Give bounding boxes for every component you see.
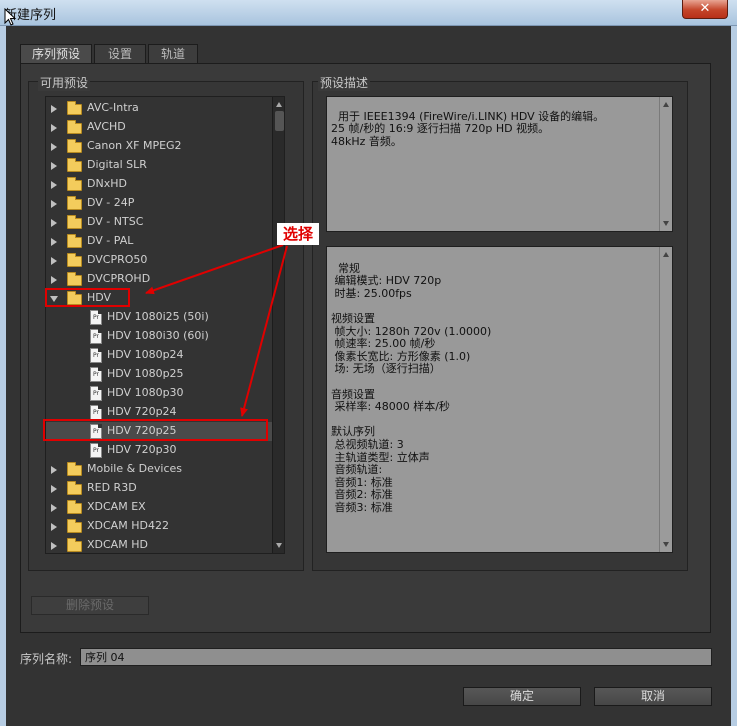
expand-arrow-icon[interactable] bbox=[51, 162, 57, 170]
cancel-button[interactable]: 取消 bbox=[594, 687, 712, 706]
delete-preset-button[interactable]: 删除预设 bbox=[31, 596, 149, 615]
tree-folder-red-r3d[interactable]: RED R3D bbox=[46, 479, 272, 498]
expand-arrow-icon[interactable] bbox=[51, 219, 57, 227]
scroll-down-icon[interactable] bbox=[276, 543, 282, 548]
folder-icon bbox=[67, 253, 82, 267]
tab-sequence-presets[interactable]: 序列预设 bbox=[20, 44, 92, 64]
folder-icon bbox=[67, 234, 82, 248]
folder-icon bbox=[67, 500, 82, 514]
preset-tree-scrollbar[interactable] bbox=[272, 97, 284, 553]
tree-folder-avc-intra[interactable]: AVC-Intra bbox=[46, 99, 272, 118]
tree-folder-xdcam-hd422[interactable]: XDCAM HD422 bbox=[46, 517, 272, 536]
expand-arrow-icon[interactable] bbox=[51, 105, 57, 113]
sequence-name-input[interactable] bbox=[80, 648, 712, 666]
scroll-down-icon[interactable] bbox=[663, 221, 669, 226]
window-frame-right bbox=[731, 26, 737, 726]
tree-folder-dvcprohd[interactable]: DVCPROHD bbox=[46, 270, 272, 289]
folder-icon bbox=[67, 519, 82, 533]
preset-tree: AVC-Intra AVCHD Canon XF MPEG2 Digital S… bbox=[45, 96, 285, 554]
scroll-up-icon[interactable] bbox=[663, 252, 669, 257]
folder-icon bbox=[67, 139, 82, 153]
expand-arrow-icon[interactable] bbox=[51, 124, 57, 132]
tab-settings[interactable]: 设置 bbox=[94, 44, 146, 63]
folder-icon bbox=[67, 538, 82, 552]
folder-icon bbox=[67, 177, 82, 191]
tree-folder-dv-24p[interactable]: DV - 24P bbox=[46, 194, 272, 213]
tree-folder-xdcam-hd[interactable]: XDCAM HD bbox=[46, 536, 272, 553]
expand-arrow-icon[interactable] bbox=[51, 466, 57, 474]
folder-icon bbox=[67, 462, 82, 476]
ok-button[interactable]: 确定 bbox=[463, 687, 581, 706]
expand-arrow-icon[interactable] bbox=[51, 523, 57, 531]
tree-folder-avchd[interactable]: AVCHD bbox=[46, 118, 272, 137]
close-button[interactable]: ✕ bbox=[682, 0, 728, 19]
scroll-down-icon[interactable] bbox=[663, 542, 669, 547]
tree-preset-hdv-1080p25[interactable]: Pr HDV 1080p25 bbox=[46, 365, 272, 384]
details-scrollbar[interactable] bbox=[659, 247, 672, 552]
tree-folder-digital-slr[interactable]: Digital SLR bbox=[46, 156, 272, 175]
tree-folder-dv-pal[interactable]: DV - PAL bbox=[46, 232, 272, 251]
mouse-cursor-icon bbox=[4, 8, 17, 26]
tab-tracks[interactable]: 轨道 bbox=[148, 44, 198, 63]
expand-arrow-icon[interactable] bbox=[51, 181, 57, 189]
expand-arrow-icon[interactable] bbox=[51, 504, 57, 512]
premiere-file-icon: Pr bbox=[90, 367, 102, 382]
premiere-file-icon: Pr bbox=[90, 310, 102, 325]
preset-details-text: 常规 编辑模式: HDV 720p 时基: 25.00fps 视频设置 帧大小:… bbox=[326, 246, 673, 553]
folder-icon bbox=[67, 196, 82, 210]
annotation-box-hdv bbox=[45, 288, 130, 307]
sequence-name-label: 序列名称: bbox=[20, 652, 73, 666]
expand-arrow-icon[interactable] bbox=[51, 542, 57, 550]
tree-folder-canon-xf-mpeg2[interactable]: Canon XF MPEG2 bbox=[46, 137, 272, 156]
available-presets-title: 可用预设 bbox=[38, 74, 91, 91]
tree-preset-hdv-1080p24[interactable]: Pr HDV 1080p24 bbox=[46, 346, 272, 365]
expand-arrow-icon[interactable] bbox=[51, 485, 57, 493]
premiere-file-icon: Pr bbox=[90, 348, 102, 363]
annotation-label: 选择 bbox=[277, 223, 319, 245]
folder-icon bbox=[67, 215, 82, 229]
premiere-file-icon: Pr bbox=[90, 329, 102, 344]
expand-arrow-icon[interactable] bbox=[51, 238, 57, 246]
scroll-up-icon[interactable] bbox=[276, 102, 282, 107]
tree-preset-hdv-1080i30[interactable]: Pr HDV 1080i30 (60i) bbox=[46, 327, 272, 346]
tree-folder-dnxhd[interactable]: DNxHD bbox=[46, 175, 272, 194]
annotation-box-hdv-720p25 bbox=[43, 419, 268, 441]
summary-scrollbar[interactable] bbox=[659, 97, 672, 231]
folder-icon bbox=[67, 481, 82, 495]
folder-icon bbox=[67, 101, 82, 115]
tree-preset-hdv-1080i25[interactable]: Pr HDV 1080i25 (50i) bbox=[46, 308, 272, 327]
tree-folder-xdcam-ex[interactable]: XDCAM EX bbox=[46, 498, 272, 517]
scroll-up-icon[interactable] bbox=[663, 102, 669, 107]
tree-folder-mobile-devices[interactable]: Mobile & Devices bbox=[46, 460, 272, 479]
tree-folder-dv-ntsc[interactable]: DV - NTSC bbox=[46, 213, 272, 232]
preset-description-title: 预设描述 bbox=[318, 74, 371, 91]
premiere-file-icon: Pr bbox=[90, 443, 102, 458]
title-bar: 新建序列 bbox=[0, 0, 737, 26]
expand-arrow-icon[interactable] bbox=[51, 200, 57, 208]
scroll-thumb[interactable] bbox=[275, 111, 284, 131]
folder-icon bbox=[67, 272, 82, 286]
expand-arrow-icon[interactable] bbox=[51, 276, 57, 284]
expand-arrow-icon[interactable] bbox=[51, 143, 57, 151]
preset-summary-text: 用于 IEEE1394 (FireWire/i.LINK) HDV 设备的编辑。… bbox=[326, 96, 673, 232]
premiere-file-icon: Pr bbox=[90, 405, 102, 420]
premiere-file-icon: Pr bbox=[90, 386, 102, 401]
folder-icon bbox=[67, 158, 82, 172]
tree-folder-dvcpro50[interactable]: DVCPRO50 bbox=[46, 251, 272, 270]
expand-arrow-icon[interactable] bbox=[51, 257, 57, 265]
tree-preset-hdv-1080p30[interactable]: Pr HDV 1080p30 bbox=[46, 384, 272, 403]
tree-preset-hdv-720p30[interactable]: Pr HDV 720p30 bbox=[46, 441, 272, 460]
folder-icon bbox=[67, 120, 82, 134]
